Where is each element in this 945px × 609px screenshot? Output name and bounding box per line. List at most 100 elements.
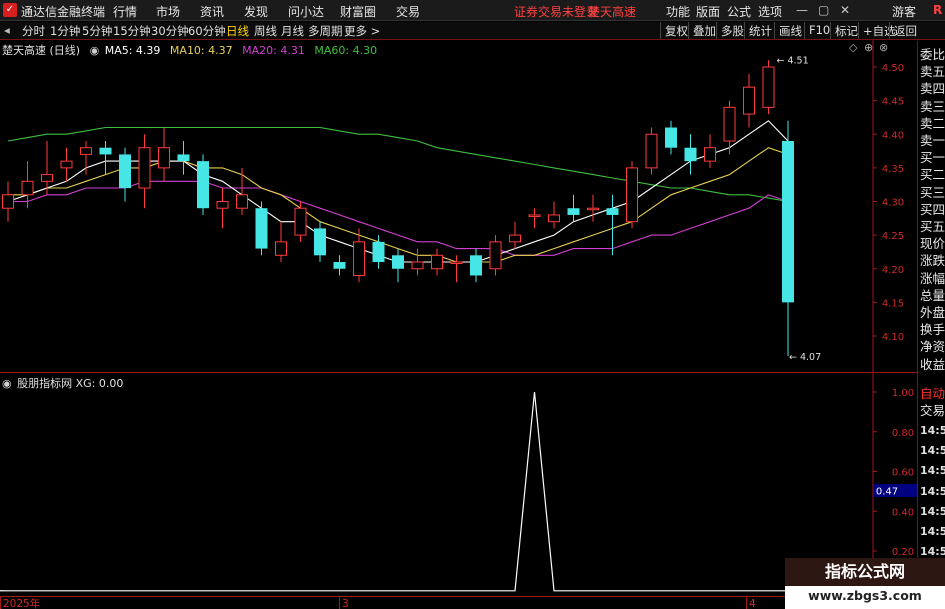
indicator-tick-label: 0.80 (892, 428, 914, 439)
candle-body-up (41, 174, 53, 182)
side-item[interactable]: 卖二 (920, 116, 945, 132)
candle-body-up (704, 147, 716, 162)
y-tick-label: 4.45 (882, 97, 904, 108)
candle-body-down (684, 147, 697, 162)
auto-trade-label[interactable]: 自动 (920, 386, 945, 402)
candle-body-up (158, 147, 170, 169)
candle-body-up (138, 147, 151, 189)
candle-body-down (606, 208, 619, 215)
candle-body-down (782, 140, 794, 303)
candle-body-down (255, 208, 268, 249)
candle-body-up (528, 214, 541, 217)
candle-body-up (275, 241, 287, 256)
side-item[interactable]: 涨跌 (920, 253, 945, 269)
date-axis: 2025年 3 4 (0, 596, 756, 609)
quote-side-panel: 委比 卖五 卖四卖三 卖二 卖一 买一 买二买三 买四 买五 现价 涨跌涨幅 总量 外盘 换手 净资收益自动… (917, 41, 945, 609)
crosshair-value-label: 0.47 (876, 487, 898, 498)
high-price-annotation: ← 4.51 (777, 55, 809, 66)
candle-body-up (548, 214, 560, 223)
y-tick-label: 4.35 (882, 164, 904, 175)
side-item[interactable]: 买三 (920, 185, 945, 201)
candle-body-up (645, 133, 658, 169)
candlesticks (2, 60, 794, 357)
trade-time: 14:56 (920, 444, 945, 458)
indicator-tick-label: 0.20 (892, 547, 914, 558)
low-price-annotation: ← 4.07 (789, 352, 821, 363)
y-tick-label: 4.25 (882, 231, 904, 242)
candle-body-down (372, 241, 385, 263)
chart-frame (0, 40, 917, 597)
candle-body-up (509, 234, 521, 243)
candle-body-up (762, 66, 775, 108)
xg-indicator-line (0, 391, 874, 592)
candle-body-down (333, 262, 346, 269)
side-item[interactable]: 现价 (920, 236, 945, 252)
date-tick-label: 2025年 (3, 597, 40, 609)
y-tick-label: 4.20 (882, 265, 904, 276)
y-tick-label: 4.50 (882, 63, 904, 74)
trade-time: 14:56 (920, 504, 945, 518)
site-watermark: 指标公式网 www.zbgs3.com (785, 558, 945, 609)
candle-body-up (587, 207, 599, 211)
side-item[interactable]: 卖一 (920, 133, 945, 149)
date-tick-label: 3 (342, 598, 349, 609)
side-item[interactable]: 委比 (920, 47, 945, 63)
candle-body-down (119, 154, 131, 189)
candle-body-up (723, 106, 736, 142)
side-item[interactable]: 涨幅 (920, 271, 945, 287)
candle-body-up (431, 254, 443, 270)
candle-body-down (392, 255, 404, 269)
candle-body-up (411, 261, 424, 270)
candle-body-down (567, 208, 580, 215)
trade-time: 14:56 (920, 525, 945, 538)
y-tick-label: 4.40 (882, 130, 904, 141)
side-item[interactable]: 总量 (920, 288, 945, 304)
side-item[interactable]: 卖三 (920, 99, 945, 115)
candle-body-down (197, 161, 209, 209)
candle-body-up (294, 207, 307, 236)
candle-body-down (99, 147, 112, 155)
candle-body-down (314, 228, 326, 256)
main-y-axis: 4.50 4.45 4.40 4.35 4.30 4.25 4.20 4.15 4.10 (873, 63, 904, 343)
candle-body-up (80, 147, 92, 155)
side-item[interactable]: 买四 (920, 202, 945, 218)
side-item[interactable]: 卖五 (920, 64, 945, 80)
candle-body-down (470, 255, 482, 276)
indicator-plot (0, 391, 874, 592)
indicator-y-axis: 1.00 0.80 0.60 0.40 0.20 0.47 (873, 388, 917, 558)
candle-body-up (626, 167, 638, 223)
candle-body-up (450, 261, 463, 265)
candle-body-up (21, 180, 34, 196)
indicator-tick-label: 0.40 (892, 507, 914, 518)
side-item[interactable]: 净资 (920, 339, 945, 355)
kline-chart[interactable]: 4.50 4.45 4.40 4.35 4.30 4.25 4.20 4.15 4.10 ← 4… (0, 0, 917, 609)
candle-body-down (665, 127, 677, 148)
trade-time: 14:56 (920, 484, 945, 498)
candle-body-up (353, 241, 365, 276)
y-tick-label: 4.15 (882, 298, 904, 309)
candle-body-up (489, 241, 502, 270)
candle-body-up (236, 194, 248, 209)
y-tick-label: 4.30 (882, 198, 904, 209)
trade-label[interactable]: 交易 (920, 403, 945, 419)
side-item[interactable]: 买二 (920, 167, 945, 183)
candle-body-up (216, 201, 229, 209)
side-item[interactable]: 外盘 (920, 305, 945, 321)
side-item[interactable]: 买一 (920, 150, 945, 166)
watermark-title: 指标公式网 (785, 558, 945, 586)
side-item[interactable]: 收益 (920, 357, 945, 373)
candle-body-up (2, 194, 14, 209)
y-tick-label: 4.10 (882, 332, 904, 343)
indicator-tick-label: 1.00 (892, 388, 914, 399)
candle-body-up (743, 86, 755, 115)
candle-body-up (60, 160, 73, 169)
date-tick-label: 4 (749, 598, 756, 609)
watermark-url: www.zbgs3.com (808, 588, 922, 603)
candle-body-down (177, 154, 190, 162)
trade-time: 14:56 (920, 464, 945, 478)
right-panel-toggle-icon[interactable]: R (933, 3, 942, 17)
trade-time: 14:56 (920, 424, 945, 437)
side-item[interactable]: 卖四 (920, 81, 945, 97)
side-item[interactable]: 换手 (920, 322, 945, 338)
side-item[interactable]: 买五 (920, 219, 945, 235)
